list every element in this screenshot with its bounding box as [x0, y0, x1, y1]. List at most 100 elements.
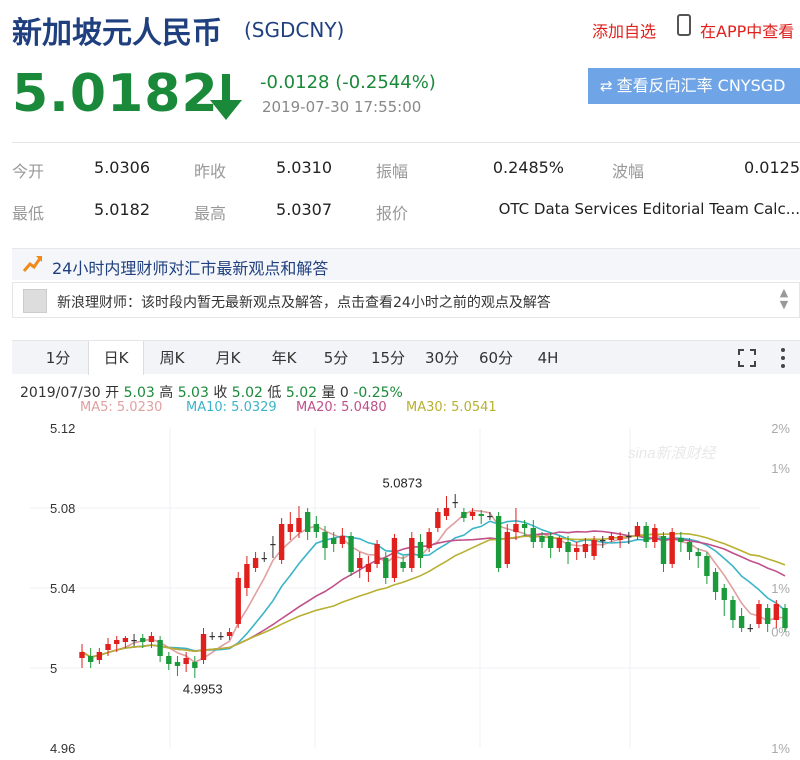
tab-daily[interactable]: 日K	[88, 341, 144, 375]
ma30-label: MA30: 5.0541	[406, 400, 497, 415]
candle-body	[643, 526, 649, 542]
candle-body	[495, 516, 502, 568]
open-value: 5.03	[123, 385, 155, 401]
y-tick-label: 5.04	[50, 581, 75, 596]
candle-body	[339, 536, 346, 544]
candle-body	[530, 528, 536, 542]
candle-body	[252, 558, 259, 568]
ma5-label: MA5: 5.0230	[80, 400, 163, 415]
tab-monthly[interactable]: 月K	[202, 341, 254, 375]
candle-body	[521, 524, 528, 528]
tab-yearly[interactable]: 年K	[258, 341, 310, 375]
candle-body	[443, 508, 450, 516]
candle-body	[192, 662, 198, 668]
candle-body	[313, 524, 320, 532]
high-label: 高	[159, 385, 174, 401]
candle-body	[738, 616, 745, 628]
ohlc-readout: 2019/07/30 开 5.03 高 5.03 收 5.02 低 5.02 量…	[20, 382, 403, 402]
avatar	[23, 289, 47, 313]
stats-panel: 今开 5.0306 昨收 5.0310 振幅 0.2485% 波幅 0.0125…	[12, 150, 800, 234]
scroll-arrows-icon[interactable]: ▲ ▼	[777, 287, 791, 313]
phone-icon[interactable]	[677, 14, 691, 36]
candle-body	[322, 532, 328, 548]
view-in-app-link[interactable]: 在APP中查看	[700, 18, 794, 42]
amplitude-label: 振幅	[376, 162, 409, 181]
advisor-notice[interactable]: 新浪理财师：该时段内暂无最新观点及解答，点击查看24小时之前的观点及解答 ▲ ▼	[12, 282, 800, 318]
candle-body	[244, 564, 250, 588]
reverse-rate-button[interactable]: ⇄ 查看反向汇率 CNYSGD	[588, 68, 800, 104]
prev-close-label: 昨收	[194, 162, 227, 181]
y-tick-label: 4.96	[50, 741, 75, 756]
tab-15min[interactable]: 15分	[362, 341, 414, 375]
candle-body	[669, 532, 675, 564]
candle-body	[131, 640, 137, 642]
candle-body	[374, 544, 380, 564]
candle-body	[504, 532, 510, 564]
add-watchlist-button[interactable]: 添加自选	[592, 18, 656, 42]
candle-body	[287, 524, 293, 532]
candle-body	[166, 656, 172, 664]
candle-body	[617, 536, 623, 540]
volatility-value: 0.0125	[744, 158, 800, 177]
candle-body	[556, 538, 563, 548]
candle-body	[478, 514, 484, 516]
candle-body	[391, 538, 398, 578]
tab-4h[interactable]: 4H	[524, 341, 572, 375]
advisor-section[interactable]: 24小时内理财师对汇市最新观点和解答	[12, 248, 800, 280]
pct-tick-label: 2%	[771, 421, 790, 436]
trend-icon	[22, 256, 43, 272]
candle-body	[704, 556, 710, 576]
candle-body	[730, 600, 736, 620]
tab-5min[interactable]: 5分	[312, 341, 360, 375]
candle-body	[417, 542, 424, 558]
more-vertical-icon[interactable]	[780, 347, 786, 369]
candle-body	[296, 518, 302, 532]
pct-tick-label: 1%	[771, 741, 790, 756]
quote-source-label: 报价	[376, 204, 409, 223]
pct-tick-label: 1%	[771, 581, 790, 596]
candle-body	[383, 558, 389, 578]
candlestick-chart[interactable]: sina新浪财经5.125.085.0454.962%1%1%0%1%5.087…	[0, 416, 800, 760]
candle-body	[773, 604, 780, 620]
candle-body	[747, 628, 753, 630]
candle-body	[764, 608, 771, 624]
candle-body	[218, 636, 224, 638]
candle-body	[140, 638, 146, 642]
tab-1min[interactable]: 1分	[32, 341, 84, 375]
candle-body	[626, 536, 632, 538]
low-value: 5.0182	[94, 200, 150, 219]
candle-body	[547, 536, 554, 548]
candle-body	[157, 640, 163, 656]
amplitude-value: 0.2485%	[492, 158, 564, 177]
candle-body	[756, 604, 762, 624]
fullscreen-icon[interactable]	[738, 349, 756, 367]
candle-body	[435, 512, 441, 528]
tab-60min[interactable]: 60分	[470, 341, 522, 375]
symbol-code: (SGDCNY)	[244, 18, 345, 42]
close-value: 5.02	[231, 385, 263, 401]
ma10-label: MA10: 5.0329	[186, 400, 277, 415]
high-value: 5.03	[177, 385, 209, 401]
volume-label: 量	[321, 385, 336, 401]
page-title: 新加坡元人民币	[12, 16, 222, 51]
stats-row: 最低 5.0182 最高 5.0307 报价 OTC Data Services…	[12, 192, 800, 234]
low-value: 5.02	[285, 385, 318, 401]
pct-tick-label: 1%	[771, 461, 790, 476]
header: 新加坡元人民币 (SGDCNY) 添加自选 在APP中查看	[0, 0, 800, 56]
candle-body	[686, 542, 693, 552]
tab-weekly[interactable]: 周K	[146, 341, 198, 375]
low-label: 低	[267, 385, 282, 401]
quote-timestamp: 2019-07-30 17:55:00	[262, 98, 422, 116]
close-label: 收	[213, 385, 228, 401]
ma20-label: MA20: 5.0480	[296, 400, 387, 415]
tab-30min[interactable]: 30分	[416, 341, 468, 375]
candle-body	[608, 536, 615, 540]
ohlc-date: 2019/07/30	[20, 385, 101, 401]
notice-text[interactable]: 新浪理财师：该时段内暂无最新观点及解答，点击查看24小时之前的观点及解答	[57, 292, 551, 312]
candle-body	[721, 588, 727, 600]
advisor-title[interactable]: 24小时内理财师对汇市最新观点和解答	[52, 255, 328, 279]
candle-body	[96, 652, 103, 660]
open-label: 今开	[12, 162, 45, 181]
price-change: -0.0128 (-0.2544%)	[260, 72, 436, 93]
stats-row: 今开 5.0306 昨收 5.0310 振幅 0.2485% 波幅 0.0125	[12, 150, 800, 192]
